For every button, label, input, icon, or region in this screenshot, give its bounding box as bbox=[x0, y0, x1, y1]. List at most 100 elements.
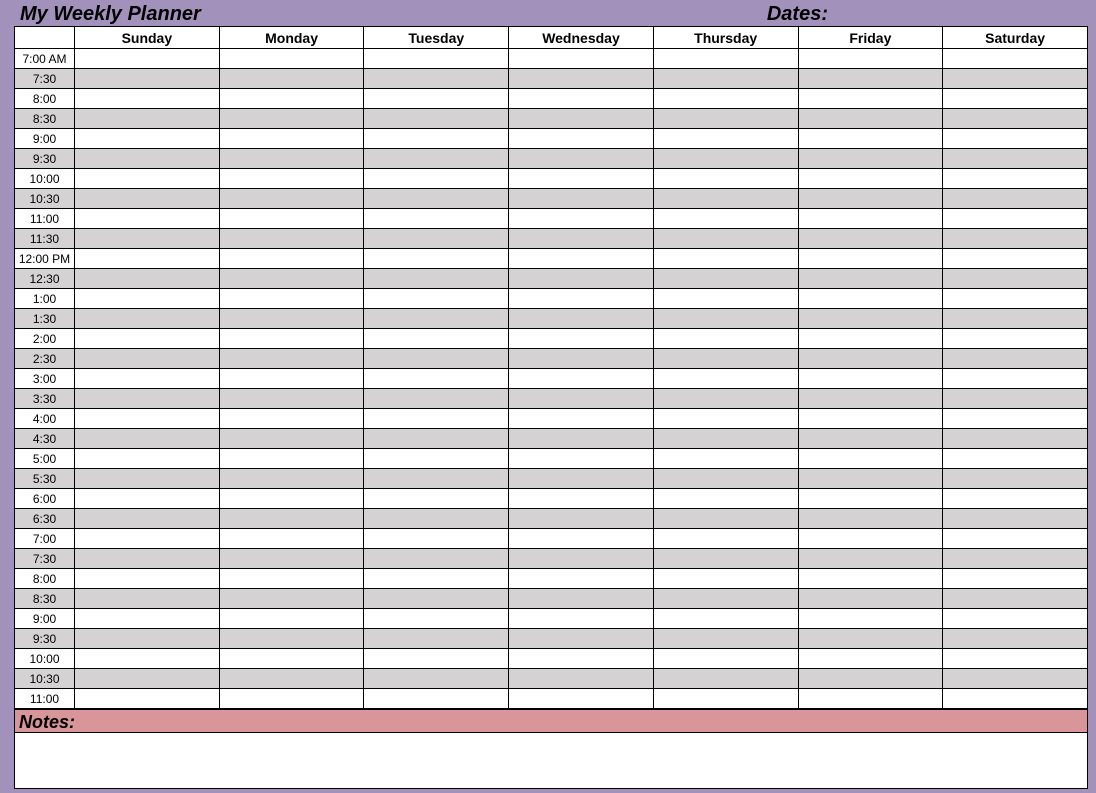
planner-cell[interactable] bbox=[653, 409, 798, 429]
planner-cell[interactable] bbox=[219, 649, 364, 669]
planner-cell[interactable] bbox=[509, 609, 654, 629]
planner-cell[interactable] bbox=[75, 169, 220, 189]
planner-cell[interactable] bbox=[509, 169, 654, 189]
planner-cell[interactable] bbox=[364, 69, 509, 89]
planner-cell[interactable] bbox=[653, 289, 798, 309]
planner-cell[interactable] bbox=[364, 369, 509, 389]
planner-cell[interactable] bbox=[509, 529, 654, 549]
planner-cell[interactable] bbox=[653, 149, 798, 169]
planner-cell[interactable] bbox=[943, 269, 1088, 289]
planner-cell[interactable] bbox=[509, 449, 654, 469]
planner-cell[interactable] bbox=[943, 169, 1088, 189]
planner-cell[interactable] bbox=[219, 189, 364, 209]
planner-cell[interactable] bbox=[943, 689, 1088, 709]
planner-cell[interactable] bbox=[219, 69, 364, 89]
planner-cell[interactable] bbox=[219, 529, 364, 549]
planner-cell[interactable] bbox=[219, 149, 364, 169]
planner-cell[interactable] bbox=[219, 469, 364, 489]
planner-cell[interactable] bbox=[943, 229, 1088, 249]
planner-cell[interactable] bbox=[798, 269, 943, 289]
planner-cell[interactable] bbox=[943, 589, 1088, 609]
planner-cell[interactable] bbox=[219, 589, 364, 609]
planner-cell[interactable] bbox=[653, 229, 798, 249]
planner-cell[interactable] bbox=[798, 369, 943, 389]
planner-cell[interactable] bbox=[798, 69, 943, 89]
planner-cell[interactable] bbox=[509, 189, 654, 209]
planner-cell[interactable] bbox=[75, 669, 220, 689]
planner-cell[interactable] bbox=[509, 649, 654, 669]
planner-cell[interactable] bbox=[509, 89, 654, 109]
planner-cell[interactable] bbox=[75, 109, 220, 129]
planner-cell[interactable] bbox=[509, 489, 654, 509]
planner-cell[interactable] bbox=[75, 189, 220, 209]
planner-cell[interactable] bbox=[509, 49, 654, 69]
planner-cell[interactable] bbox=[219, 89, 364, 109]
planner-cell[interactable] bbox=[943, 69, 1088, 89]
planner-cell[interactable] bbox=[509, 309, 654, 329]
planner-cell[interactable] bbox=[509, 109, 654, 129]
planner-cell[interactable] bbox=[943, 669, 1088, 689]
planner-cell[interactable] bbox=[75, 309, 220, 329]
planner-cell[interactable] bbox=[364, 689, 509, 709]
planner-cell[interactable] bbox=[75, 409, 220, 429]
planner-cell[interactable] bbox=[943, 609, 1088, 629]
planner-cell[interactable] bbox=[75, 249, 220, 269]
planner-cell[interactable] bbox=[943, 569, 1088, 589]
planner-cell[interactable] bbox=[364, 549, 509, 569]
planner-cell[interactable] bbox=[75, 289, 220, 309]
planner-cell[interactable] bbox=[653, 129, 798, 149]
planner-cell[interactable] bbox=[798, 289, 943, 309]
planner-cell[interactable] bbox=[364, 389, 509, 409]
planner-cell[interactable] bbox=[364, 409, 509, 429]
planner-cell[interactable] bbox=[75, 589, 220, 609]
planner-cell[interactable] bbox=[219, 329, 364, 349]
planner-cell[interactable] bbox=[75, 229, 220, 249]
planner-cell[interactable] bbox=[943, 149, 1088, 169]
planner-cell[interactable] bbox=[219, 429, 364, 449]
planner-cell[interactable] bbox=[653, 89, 798, 109]
planner-cell[interactable] bbox=[798, 209, 943, 229]
planner-cell[interactable] bbox=[75, 49, 220, 69]
planner-cell[interactable] bbox=[364, 49, 509, 69]
planner-cell[interactable] bbox=[943, 109, 1088, 129]
planner-cell[interactable] bbox=[75, 369, 220, 389]
planner-cell[interactable] bbox=[364, 509, 509, 529]
planner-cell[interactable] bbox=[509, 349, 654, 369]
planner-cell[interactable] bbox=[509, 129, 654, 149]
planner-cell[interactable] bbox=[75, 329, 220, 349]
planner-cell[interactable] bbox=[364, 349, 509, 369]
planner-cell[interactable] bbox=[364, 149, 509, 169]
planner-cell[interactable] bbox=[75, 269, 220, 289]
planner-cell[interactable] bbox=[653, 349, 798, 369]
planner-cell[interactable] bbox=[943, 129, 1088, 149]
planner-cell[interactable] bbox=[653, 329, 798, 349]
planner-cell[interactable] bbox=[219, 549, 364, 569]
planner-cell[interactable] bbox=[653, 249, 798, 269]
planner-cell[interactable] bbox=[509, 429, 654, 449]
planner-cell[interactable] bbox=[219, 309, 364, 329]
planner-cell[interactable] bbox=[943, 549, 1088, 569]
planner-cell[interactable] bbox=[509, 469, 654, 489]
planner-cell[interactable] bbox=[364, 589, 509, 609]
planner-cell[interactable] bbox=[798, 129, 943, 149]
planner-cell[interactable] bbox=[653, 509, 798, 529]
planner-cell[interactable] bbox=[653, 169, 798, 189]
planner-cell[interactable] bbox=[653, 589, 798, 609]
planner-cell[interactable] bbox=[75, 489, 220, 509]
planner-cell[interactable] bbox=[798, 589, 943, 609]
planner-cell[interactable] bbox=[798, 489, 943, 509]
planner-cell[interactable] bbox=[943, 629, 1088, 649]
planner-cell[interactable] bbox=[798, 689, 943, 709]
planner-cell[interactable] bbox=[364, 189, 509, 209]
planner-cell[interactable] bbox=[943, 329, 1088, 349]
planner-cell[interactable] bbox=[943, 529, 1088, 549]
planner-cell[interactable] bbox=[364, 429, 509, 449]
planner-cell[interactable] bbox=[364, 329, 509, 349]
planner-cell[interactable] bbox=[798, 669, 943, 689]
planner-cell[interactable] bbox=[75, 149, 220, 169]
planner-cell[interactable] bbox=[798, 189, 943, 209]
planner-cell[interactable] bbox=[364, 229, 509, 249]
planner-cell[interactable] bbox=[798, 329, 943, 349]
notes-area[interactable] bbox=[14, 733, 1088, 789]
planner-cell[interactable] bbox=[219, 449, 364, 469]
